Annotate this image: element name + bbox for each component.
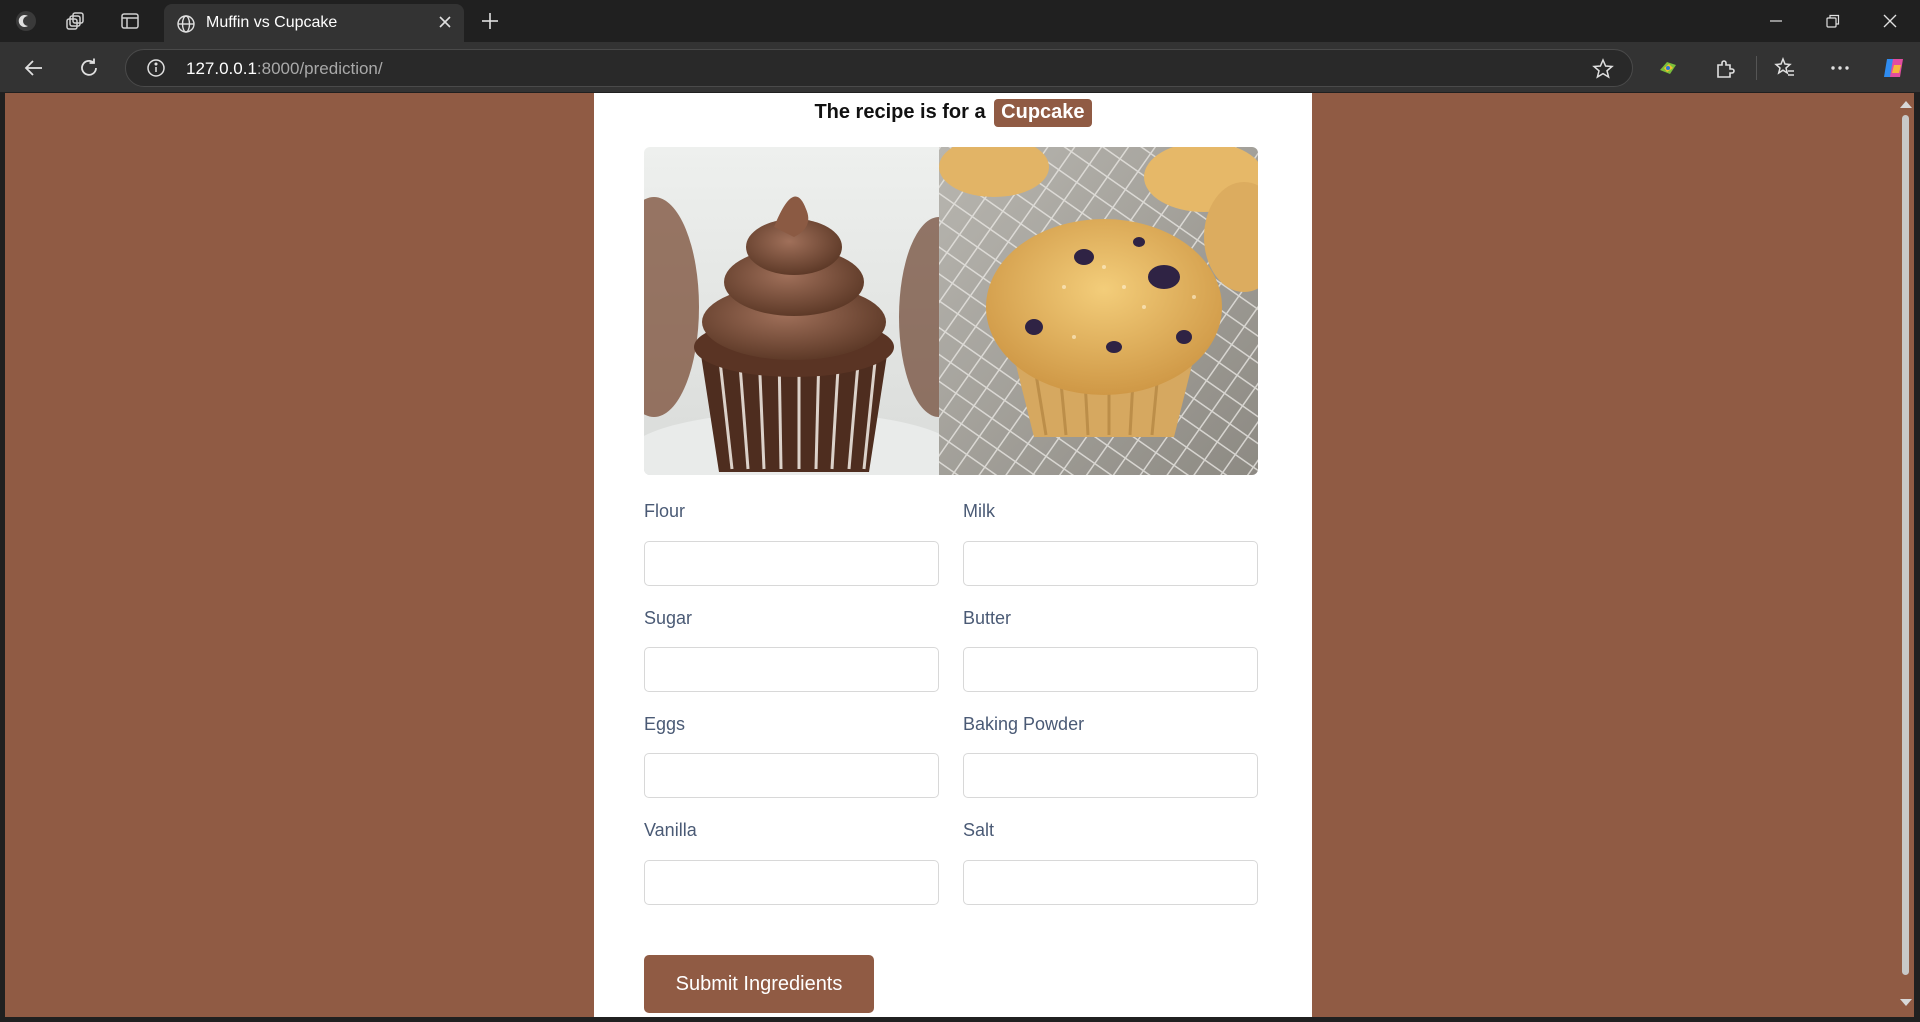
minimize-icon[interactable]	[1756, 8, 1796, 34]
salt-input[interactable]	[963, 860, 1258, 905]
eggs-input[interactable]	[644, 753, 939, 798]
cupcake-muffin-image	[644, 147, 1258, 475]
vertical-tabs-icon[interactable]	[118, 9, 142, 33]
eggs-label: Eggs	[644, 714, 686, 734]
page-scrollbar[interactable]	[1897, 93, 1914, 1017]
scroll-down-icon[interactable]	[1900, 999, 1912, 1006]
baking-powder-input[interactable]	[963, 753, 1258, 798]
cupcake-muffin-illustration	[644, 147, 1258, 475]
workspaces-icon[interactable]	[64, 9, 88, 33]
milk-label: Milk	[963, 501, 995, 521]
toolbar-divider	[1756, 56, 1757, 80]
scroll-up-icon[interactable]	[1900, 101, 1912, 108]
butter-label: Butter	[963, 608, 1012, 628]
flour-label: Flour	[644, 501, 686, 521]
close-tab-icon[interactable]	[436, 13, 454, 36]
back-icon[interactable]	[20, 54, 48, 82]
milk-input[interactable]	[963, 541, 1258, 586]
restore-icon[interactable]	[1813, 8, 1853, 34]
sugar-input[interactable]	[644, 647, 939, 692]
address-bar[interactable]: 127.0.0.1:8000/prediction/	[125, 49, 1633, 87]
favorites-icon[interactable]	[1771, 54, 1799, 82]
butter-input[interactable]	[963, 647, 1258, 692]
more-menu-icon[interactable]	[1826, 54, 1854, 82]
tab-title: Muffin vs Cupcake	[206, 14, 338, 31]
browser-toolbar: 127.0.0.1:8000/prediction/	[0, 42, 1920, 92]
close-window-icon[interactable]	[1870, 8, 1910, 34]
vanilla-label: Vanilla	[644, 820, 697, 840]
extension-colorful-icon[interactable]	[1654, 54, 1682, 82]
submit-ingredients-button[interactable]: Submit Ingredients	[644, 955, 874, 1013]
result-heading: The recipe is for a Cupcake	[594, 99, 1312, 127]
url-text: 127.0.0.1:8000/prediction/	[186, 59, 383, 79]
page-viewport: The recipe is for a Cupcake Flour Milk S…	[5, 93, 1897, 1017]
site-info-icon[interactable]	[146, 58, 166, 83]
extensions-puzzle-icon[interactable]	[1711, 54, 1739, 82]
salt-label: Salt	[963, 820, 995, 840]
vanilla-input[interactable]	[644, 860, 939, 905]
sugar-label: Sugar	[644, 608, 693, 628]
favorite-star-icon[interactable]	[1592, 58, 1614, 85]
prediction-card: The recipe is for a Cupcake Flour Milk S…	[594, 93, 1312, 1017]
browser-tab-bar: Muffin vs Cupcake	[0, 0, 1920, 42]
scrollbar-thumb[interactable]	[1902, 115, 1909, 975]
flour-input[interactable]	[644, 541, 939, 586]
globe-icon	[176, 14, 196, 39]
profile-icon[interactable]	[14, 9, 38, 33]
reload-icon[interactable]	[75, 54, 103, 82]
copilot-icon[interactable]	[1880, 54, 1908, 82]
baking-powder-label: Baking Powder	[963, 714, 1085, 734]
tab-active[interactable]: Muffin vs Cupcake	[164, 4, 464, 42]
url-host: 127.0.0.1	[186, 59, 257, 78]
new-tab-icon[interactable]	[478, 9, 502, 33]
result-heading-text: The recipe is for a	[814, 101, 986, 123]
result-badge: Cupcake	[994, 99, 1092, 127]
url-path: :8000/prediction/	[256, 59, 383, 78]
